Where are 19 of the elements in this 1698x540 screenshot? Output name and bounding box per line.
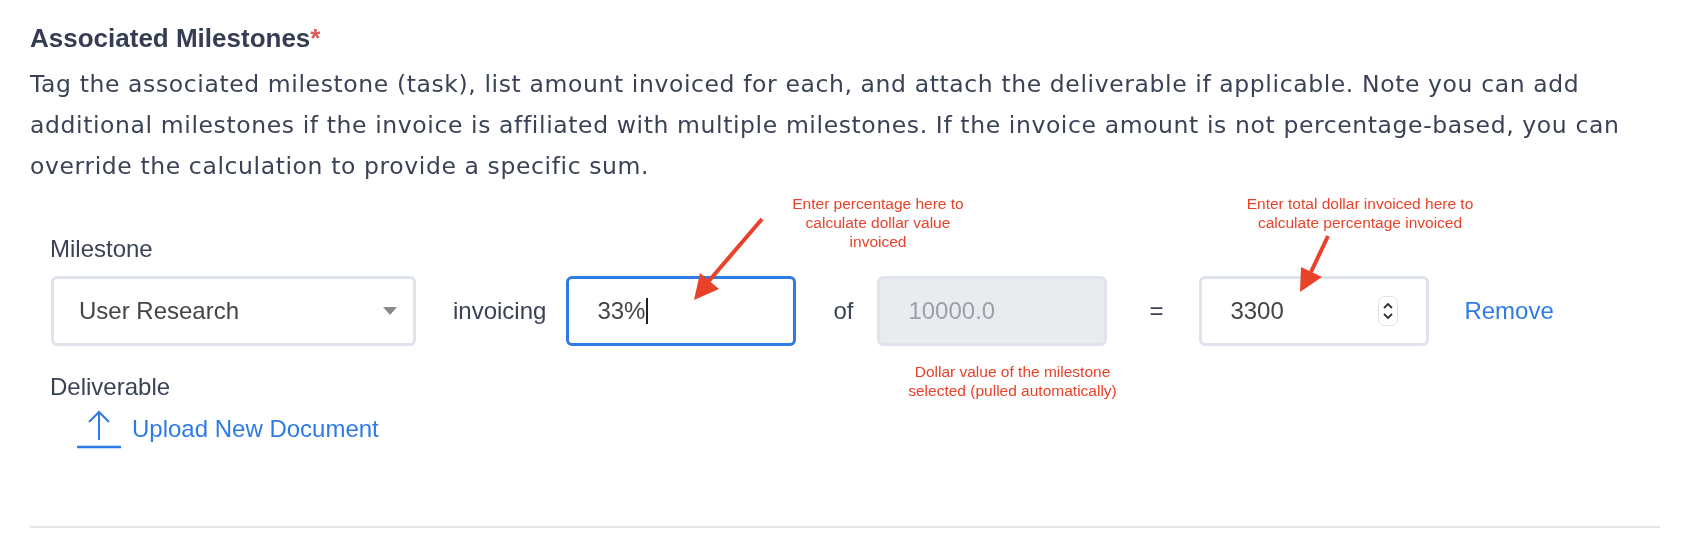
field-label: Milestone xyxy=(50,235,153,263)
percent-input[interactable]: 33% xyxy=(566,276,797,346)
section-title: Associated Milestones* xyxy=(30,22,322,55)
invoicing-label: invoicing xyxy=(453,297,547,325)
caret-icon xyxy=(383,307,397,315)
field-label: Deliverable xyxy=(50,373,171,401)
milestone-select[interactable]: User Research xyxy=(51,276,416,346)
annotation-note: Dollar value of the milestone selected (pulled automatically) xyxy=(907,362,1118,400)
remove-link[interactable]: Remove xyxy=(1464,297,1554,325)
equals-sign: = xyxy=(1149,297,1164,325)
annotation-note: Enter percentage here to calculate dollar value invoiced xyxy=(791,194,965,251)
total-input[interactable]: 3300 xyxy=(1199,276,1430,346)
required-asterisk: * xyxy=(310,23,321,53)
of-label: of xyxy=(833,297,854,325)
annotation-note: Enter total dollar invoiced here to calculate percentage invoiced xyxy=(1245,194,1475,232)
stepper-icon[interactable] xyxy=(1378,296,1399,326)
section-description: Tag the associated milestone (task), list amount invoiced for each, and attach the deliverable if applicable. Note you can add additional milestones if the invoice is affiliated with multiple milestones. If the invoice amount is not percentage-based, you can override the calculation to provide a specific sum. xyxy=(30,69,1621,182)
upload-link[interactable]: Upload New Document xyxy=(132,415,379,443)
upload-icon[interactable] xyxy=(76,409,122,449)
